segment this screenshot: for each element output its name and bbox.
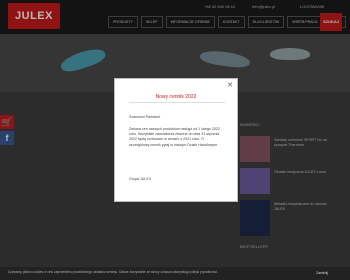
cookie-text: Używamy plików cookies w celu zapewnieni… bbox=[8, 270, 218, 274]
modal-body: Zmiana cen naszych produktów nastąpi od … bbox=[129, 127, 220, 147]
modal-signature: Grupa JULEX bbox=[129, 177, 152, 181]
close-icon[interactable]: ✕ bbox=[227, 81, 233, 89]
modal-greeting: Szanowni Państwo! bbox=[129, 115, 161, 119]
modal-divider bbox=[129, 102, 225, 103]
cookie-close-link[interactable]: Zamknij bbox=[316, 271, 328, 275]
price-list-modal: ✕ Nowy cennik 2022 Szanowni Państwo! Zmi… bbox=[114, 78, 238, 202]
modal-title: Nowy cennik 2022 bbox=[155, 94, 197, 100]
cookie-bar: Używamy plików cookies w celu zapewnieni… bbox=[0, 267, 350, 280]
